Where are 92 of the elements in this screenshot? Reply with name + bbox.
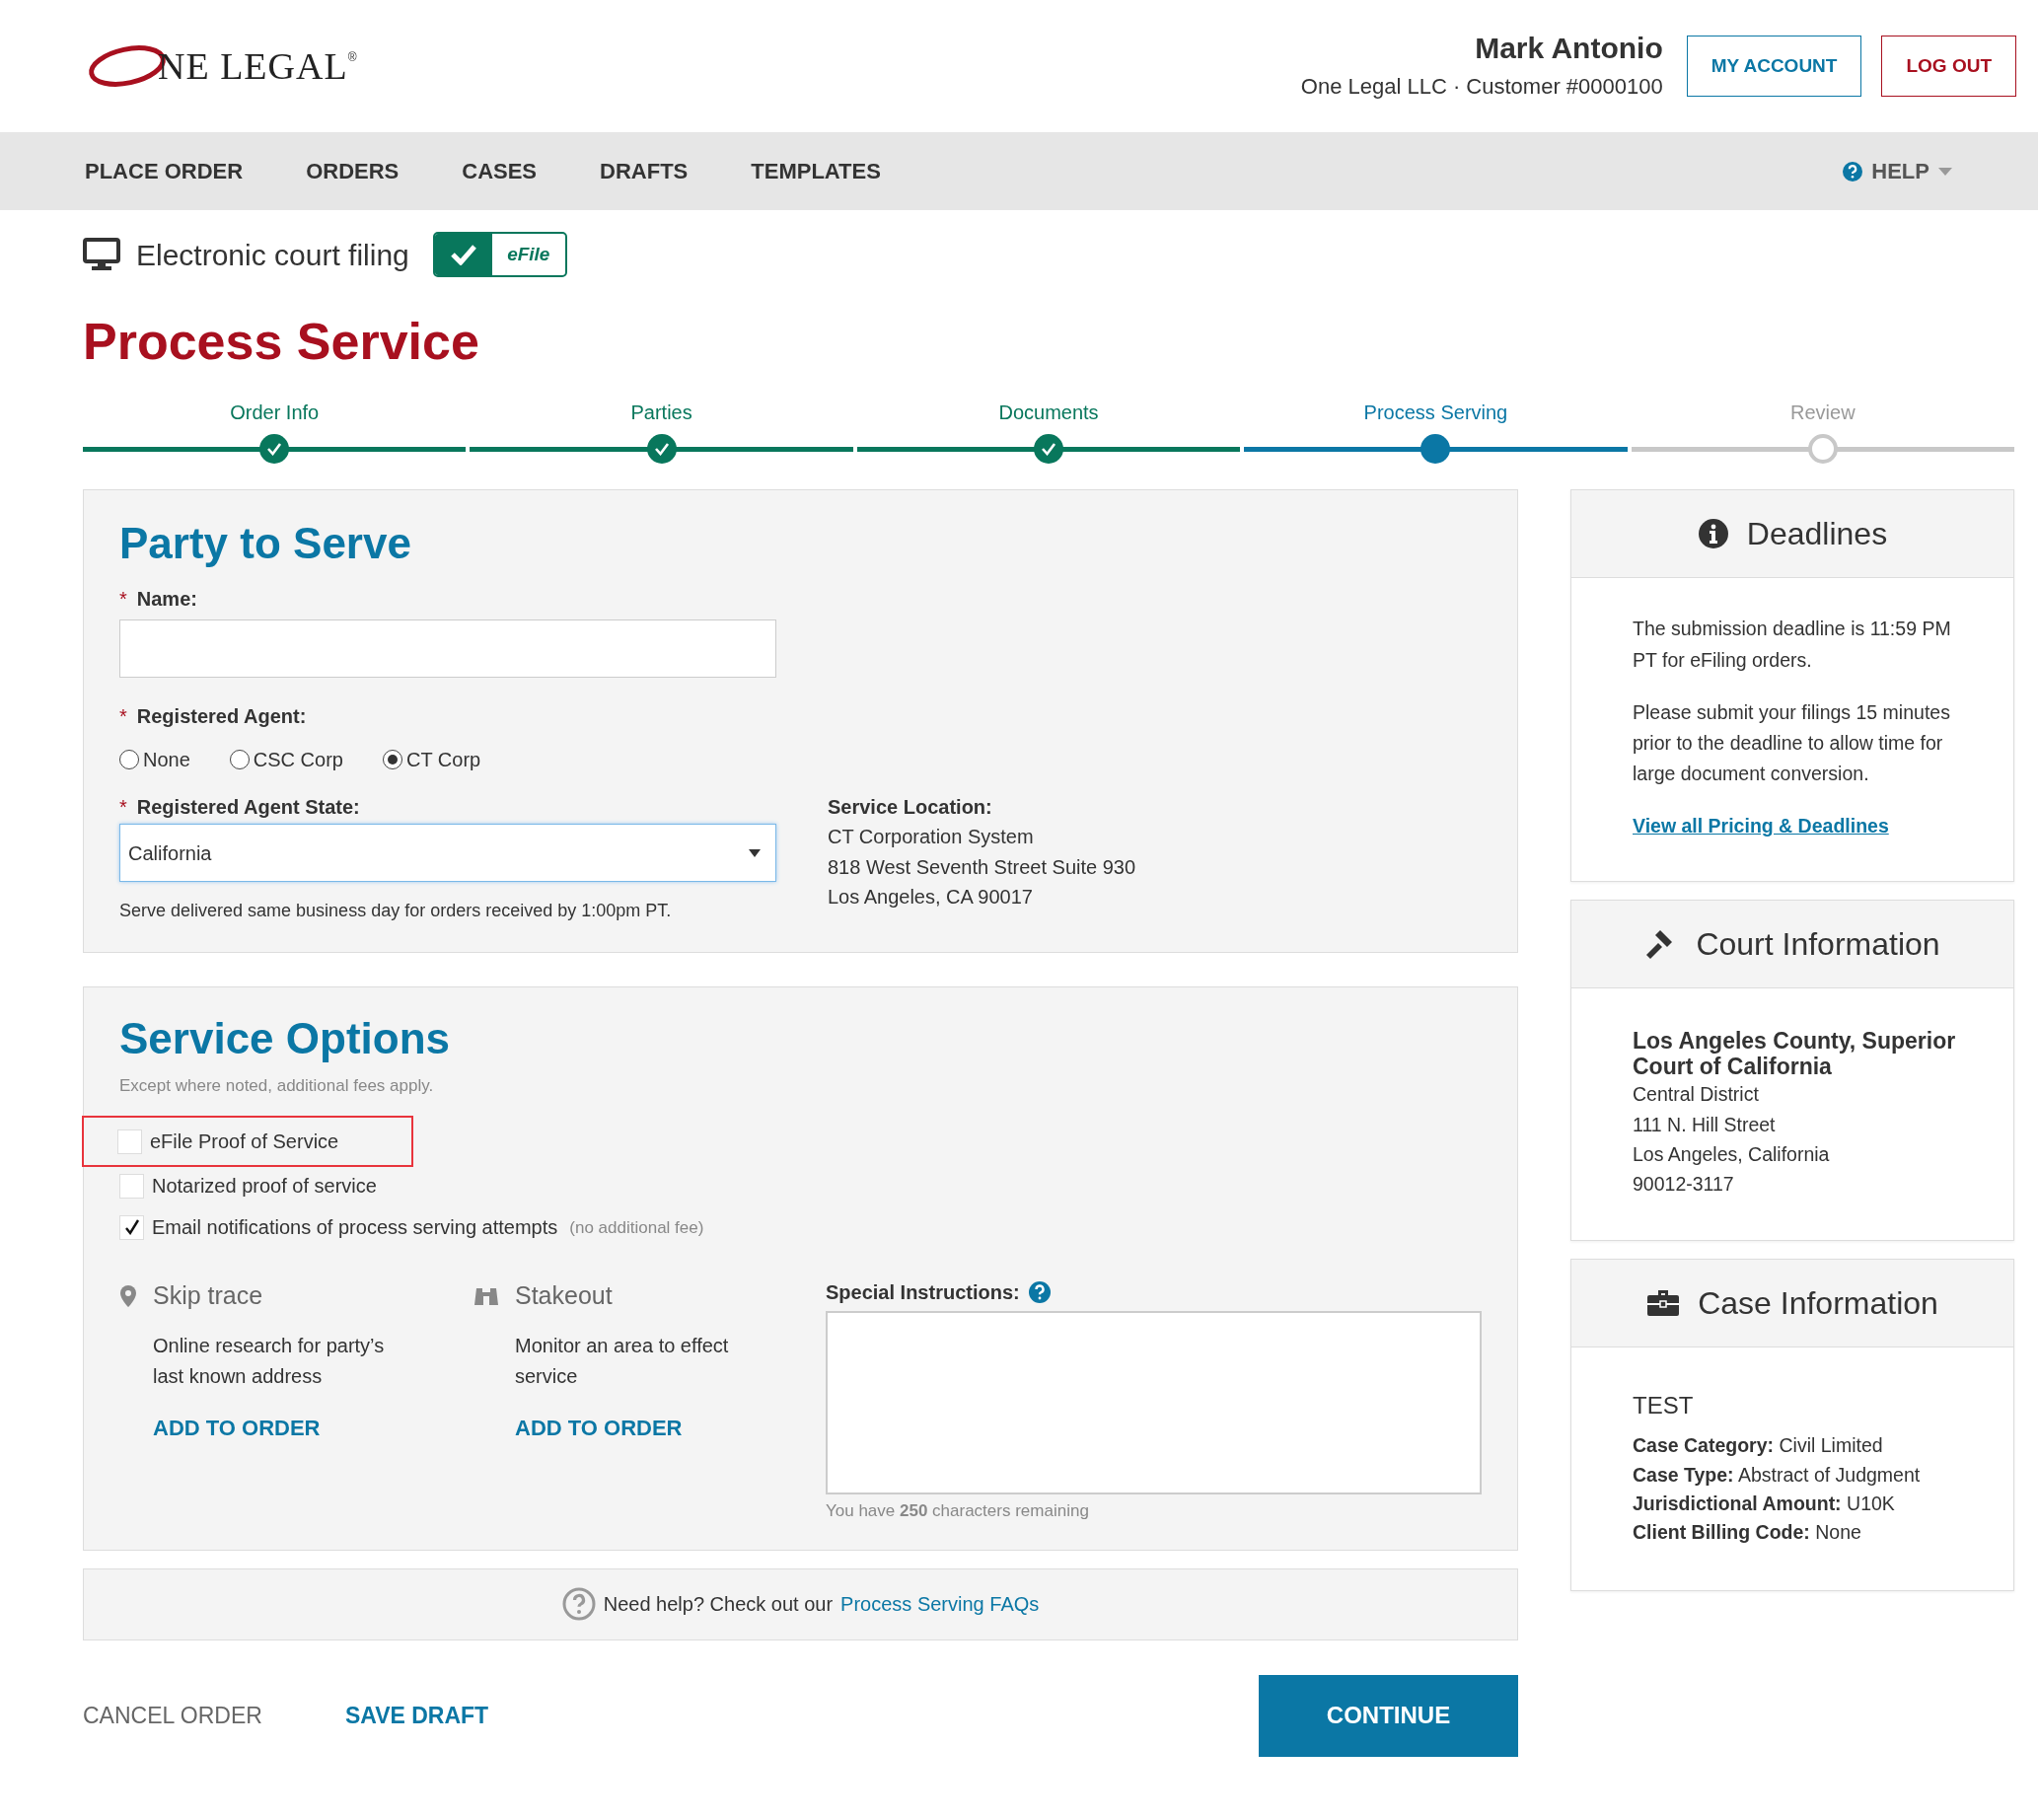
nav-link[interactable]: CASES [462, 155, 538, 187]
help-text: Need help? Check out our [603, 1592, 834, 1618]
character-counter: You have 250 characters remaining [826, 1500, 1090, 1523]
cancel-link[interactable]: CANCEL ORDER [83, 1699, 262, 1733]
caret-icon [1937, 166, 1953, 177]
help-menu[interactable]: HELP [1842, 155, 1953, 187]
checkbox-label[interactable]: Email notifications of process serving attempts [152, 1212, 558, 1243]
address-line: 818 West Seventh Street Suite 930 [828, 854, 1136, 880]
continue-button[interactable]: CONTINUE [1259, 1675, 1518, 1757]
address-line: 111 N. Hill Street [1633, 1112, 1777, 1137]
required-mark: * [119, 587, 127, 613]
help-icon [1842, 160, 1864, 182]
required-mark: * [119, 795, 127, 821]
pricing-link[interactable]: View all Pricing & Deadlines [1633, 815, 1889, 837]
briefcase-icon [1646, 1288, 1681, 1319]
addon-title: Stakeout [515, 1280, 613, 1312]
logout-button[interactable]: LOG OUT [1881, 36, 2016, 97]
check-icon [123, 1219, 140, 1236]
address-line: Los Angeles, CA 90017 [828, 885, 1034, 910]
efile-toggle[interactable]: eFile [432, 232, 567, 277]
info-icon [1697, 518, 1729, 550]
radio-button[interactable] [229, 750, 250, 770]
nav-link[interactable]: DRAFTS [600, 155, 689, 187]
nav-link[interactable]: PLACE ORDER [85, 155, 244, 187]
page-title: Process Service [83, 312, 480, 372]
nav-link[interactable]: ORDERS [306, 155, 400, 187]
section-title: Service Options [119, 1013, 451, 1065]
check-icon [266, 442, 283, 457]
monitor-icon [83, 238, 120, 271]
step-label[interactable]: Documents [998, 398, 1099, 428]
faq-link[interactable]: Process Serving FAQs [840, 1589, 1040, 1620]
fee-note: (no additional fee) [569, 1216, 704, 1239]
question-icon [561, 1587, 596, 1622]
check-icon [653, 442, 670, 457]
add-to-order-link[interactable]: ADD TO ORDER [153, 1412, 321, 1444]
required-mark: * [119, 704, 127, 730]
field-label: Service Location: [828, 795, 993, 821]
add-to-order-link[interactable]: ADD TO ORDER [515, 1412, 683, 1444]
radio-label[interactable]: CSC Corp [253, 745, 343, 775]
deadline-text: The submission deadline is 11:59 PM PT for eFiling orders. [1633, 617, 1952, 673]
binoculars-icon [473, 1285, 499, 1308]
field-label: Special Instructions: [826, 1280, 1020, 1306]
address-line: CT Corporation System [828, 825, 1035, 850]
address-line: Los Angeles, California [1633, 1141, 1831, 1167]
field-label: Name: [136, 587, 197, 613]
case-detail: Jurisdictional Amount: U10K [1633, 1492, 1896, 1516]
step-label[interactable]: Parties [630, 398, 692, 428]
deadline-text: Please submit your filings 15 minutes prior to the deadline to allow time for large document conversion. [1633, 699, 1951, 787]
section-subtitle: Except where noted, additional fees apply. [119, 1075, 435, 1097]
case-name: TEST [1633, 1391, 1695, 1421]
addon-description: Monitor an area to effect service [515, 1334, 730, 1389]
map-pin-icon [119, 1284, 137, 1309]
check-icon [449, 244, 477, 265]
section-title: Party to Serve [119, 518, 412, 570]
dropdown-arrow-icon [748, 847, 762, 858]
checkbox[interactable] [119, 1215, 144, 1240]
checkbox[interactable] [117, 1129, 142, 1154]
nav-link[interactable]: TEMPLATES [751, 155, 881, 187]
card-title: Deadlines [1746, 515, 1888, 554]
account-button[interactable]: MY ACCOUNT [1686, 36, 1862, 97]
radio-button[interactable] [382, 750, 402, 770]
radio-button[interactable] [119, 750, 139, 770]
checkbox-label[interactable]: eFile Proof of Service [150, 1127, 339, 1157]
logo-text: NE LEGAL [158, 43, 348, 89]
card-title: Court Information [1696, 924, 1940, 964]
step-label[interactable]: Order Info [230, 398, 320, 428]
step-label[interactable]: Process Serving [1363, 398, 1508, 428]
field-label: Registered Agent: [136, 704, 307, 730]
case-detail: Case Type: Abstract of Judgment [1633, 1462, 1922, 1488]
case-detail: Client Billing Code: None [1633, 1520, 1862, 1546]
save-draft-link[interactable]: SAVE DRAFT [344, 1699, 489, 1733]
help-icon [1027, 1280, 1052, 1305]
help-text: Serve delivered same business day for orders received by 1:00pm PT. [119, 900, 673, 923]
checkbox[interactable] [119, 1174, 144, 1199]
checkbox-label[interactable]: Notarized proof of service [152, 1171, 377, 1201]
court-name: Los Angeles County, Superior Court of California [1633, 1027, 1957, 1080]
addon-description: Online research for party’s last known address [153, 1334, 386, 1389]
field-label: Registered Agent State: [136, 795, 360, 821]
radio-label[interactable]: CT Corp [405, 745, 481, 775]
efile-label: Electronic court filing [136, 237, 409, 273]
account-details: One Legal LLC · Customer #0000100 [1300, 72, 1663, 101]
case-detail: Case Category: Civil Limited [1633, 1433, 1884, 1459]
card-title: Case Information [1698, 1284, 1938, 1324]
input-field[interactable] [119, 619, 776, 679]
state-select[interactable]: California [119, 824, 776, 883]
radio-label[interactable]: None [143, 745, 190, 775]
address-line: 90012-3117 [1633, 1172, 1735, 1198]
address-line: Central District [1633, 1082, 1760, 1108]
addon-title: Skip trace [153, 1280, 263, 1312]
user-name: Mark Antonio [1474, 30, 1663, 66]
check-icon [1041, 442, 1056, 457]
registered-mark: ® [347, 48, 357, 66]
